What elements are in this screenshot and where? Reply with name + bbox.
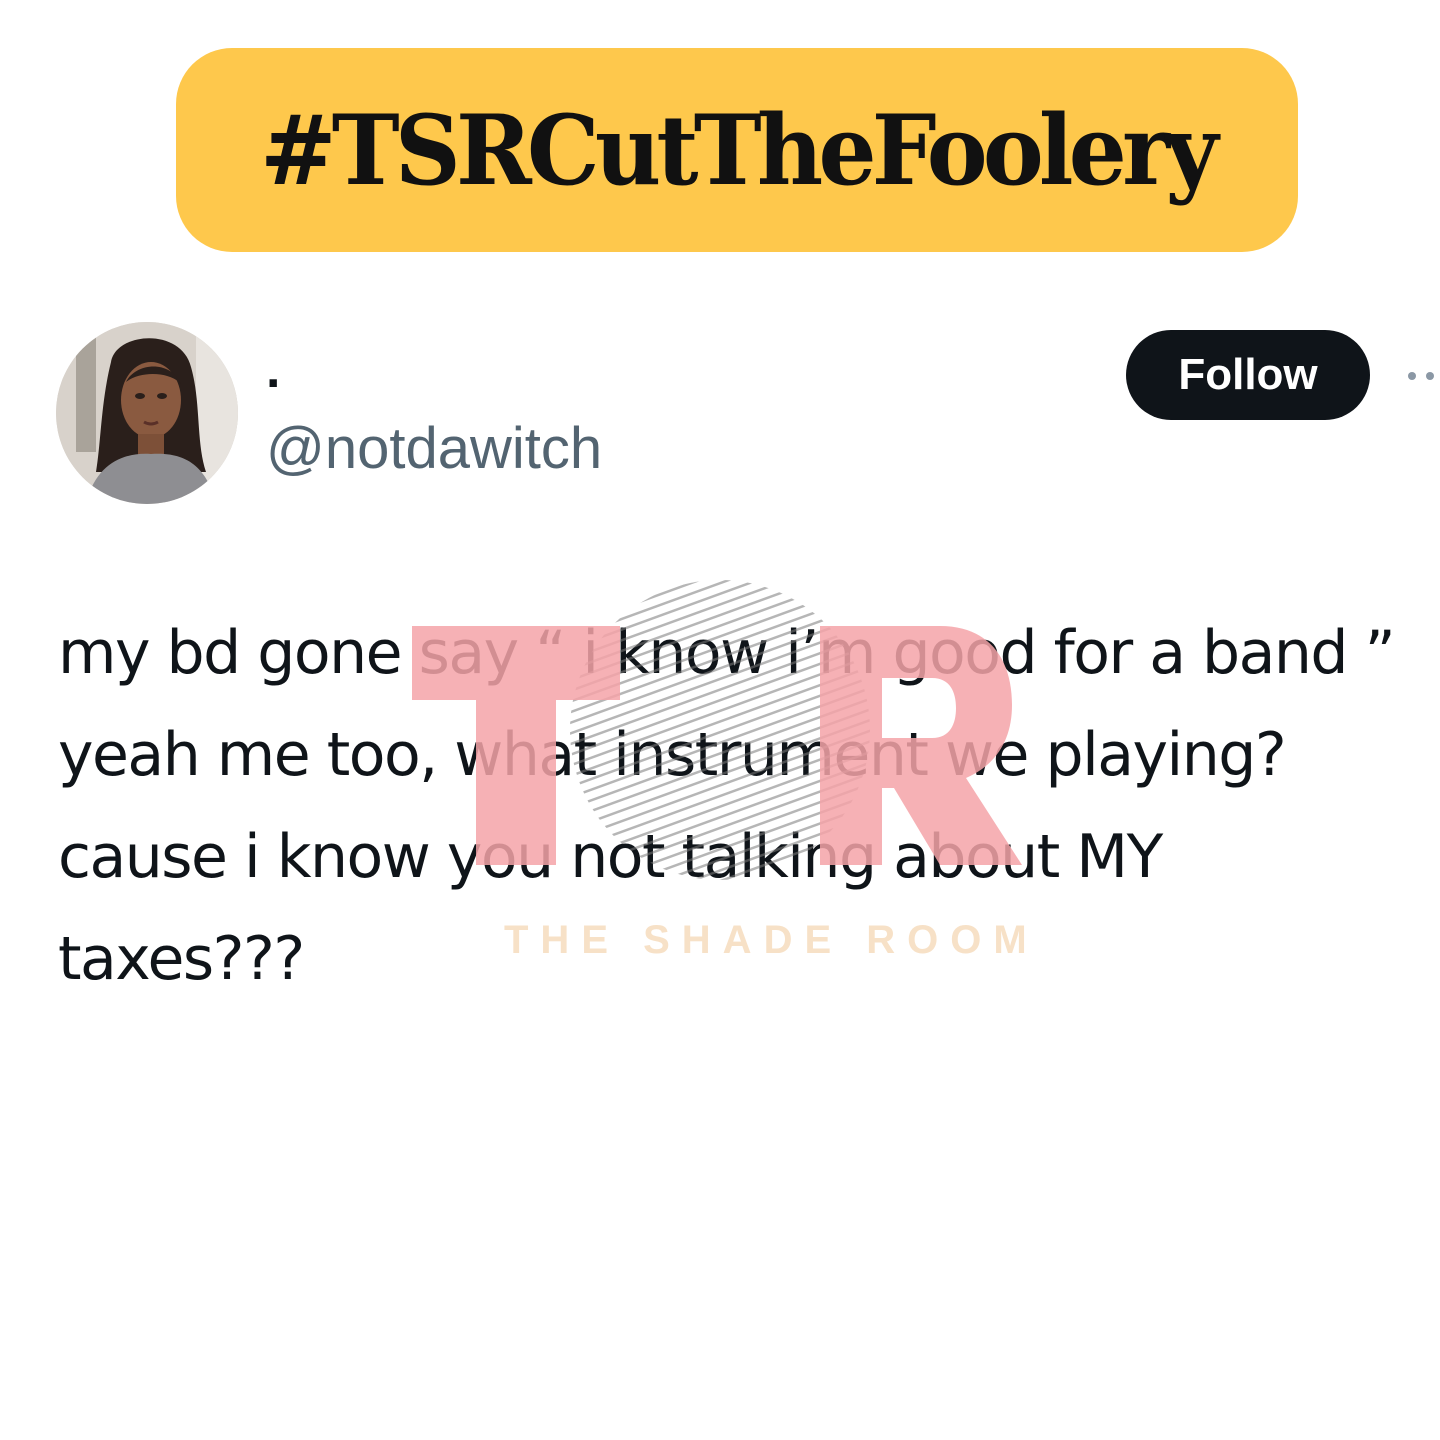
follow-button[interactable]: Follow — [1126, 330, 1370, 420]
more-dots-icon[interactable] — [1406, 368, 1440, 384]
tweet-line: yeah me too, what instrument we playing? — [58, 720, 1287, 790]
watermark-caption: THE SHADE ROOM — [504, 918, 1039, 962]
post-image: #TSRCutTheFoolery . @notdawitch Follow m… — [0, 0, 1440, 1440]
hashtag-text: #TSRCutTheFoolery — [260, 93, 1218, 207]
hashtag-banner: #TSRCutTheFoolery — [176, 48, 1298, 252]
user-handle[interactable]: @notdawitch — [266, 420, 602, 478]
tweet-line: cause i know you not talking about MY — [58, 822, 1163, 892]
avatar-photo — [56, 322, 238, 504]
avatar[interactable] — [56, 322, 238, 504]
tweet-line: my bd gone say “ i know i’m good for a b… — [58, 618, 1396, 688]
display-name[interactable]: . — [266, 344, 280, 396]
